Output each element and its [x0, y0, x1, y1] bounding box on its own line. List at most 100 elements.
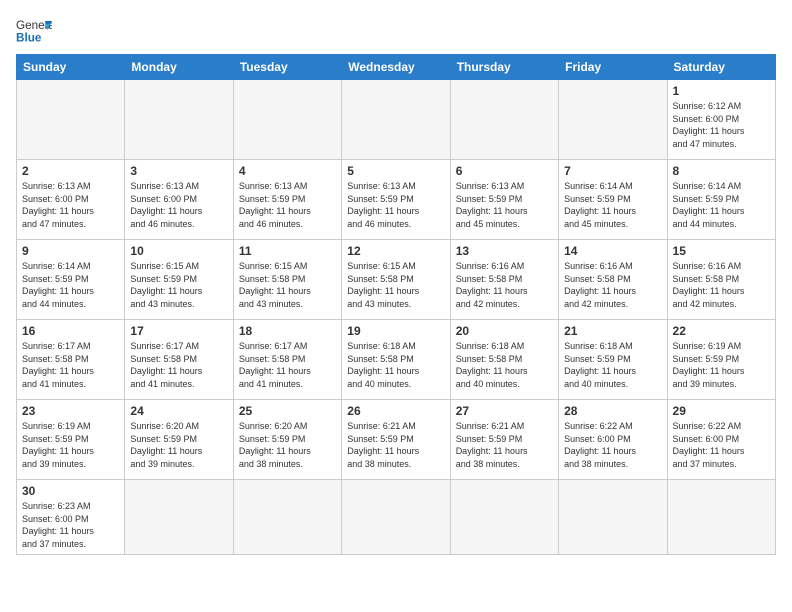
day-info: Sunrise: 6:18 AM Sunset: 5:58 PM Dayligh…	[347, 340, 444, 390]
logo: General Blue	[16, 16, 52, 44]
calendar-day-cell: 17 Sunrise: 6:17 AM Sunset: 5:58 PM Dayli…	[125, 320, 233, 400]
calendar-day-cell: 4 Sunrise: 6:13 AM Sunset: 5:59 PM Daylig…	[233, 160, 341, 240]
day-info: Sunrise: 6:16 AM Sunset: 5:58 PM Dayligh…	[456, 260, 553, 310]
day-info: Sunrise: 6:14 AM Sunset: 5:59 PM Dayligh…	[22, 260, 119, 310]
calendar-day-cell: 28 Sunrise: 6:22 AM Sunset: 6:00 PM Dayli…	[559, 400, 667, 480]
day-number: 24	[130, 404, 227, 418]
svg-text:Blue: Blue	[16, 32, 42, 44]
day-info: Sunrise: 6:18 AM Sunset: 5:59 PM Dayligh…	[564, 340, 661, 390]
calendar-day-cell: 26Sunrise: 6:21 AM Sunset: 5:59 PM Dayli…	[342, 400, 450, 480]
calendar-day-cell: 20 Sunrise: 6:18 AM Sunset: 5:58 PM Dayli…	[450, 320, 558, 400]
day-info: Sunrise: 6:21 AM Sunset: 5:59 PM Dayligh…	[456, 420, 553, 470]
day-number: 23	[22, 404, 119, 418]
day-number: 11	[239, 244, 336, 258]
day-info: Sunrise: 6:20 AM Sunset: 5:59 PM Dayligh…	[239, 420, 336, 470]
calendar-day-cell	[667, 480, 775, 555]
day-number: 20	[456, 324, 553, 338]
calendar-day-cell	[125, 480, 233, 555]
calendar-day-cell: 5Sunrise: 6:13 AM Sunset: 5:59 PM Daylig…	[342, 160, 450, 240]
calendar-week-row: 30 Sunrise: 6:23 AM Sunset: 6:00 PM Dayli…	[17, 480, 776, 555]
weekday-header: Friday	[559, 55, 667, 80]
calendar-day-cell: 12 Sunrise: 6:15 AM Sunset: 5:58 PM Dayli…	[342, 240, 450, 320]
calendar-day-cell: 6Sunrise: 6:13 AM Sunset: 5:59 PM Daylig…	[450, 160, 558, 240]
calendar-day-cell: 18 Sunrise: 6:17 AM Sunset: 5:58 PM Dayli…	[233, 320, 341, 400]
calendar-day-cell	[559, 480, 667, 555]
calendar-day-cell: 13 Sunrise: 6:16 AM Sunset: 5:58 PM Dayli…	[450, 240, 558, 320]
day-info: Sunrise: 6:19 AM Sunset: 5:59 PM Dayligh…	[22, 420, 119, 470]
weekday-header: Thursday	[450, 55, 558, 80]
calendar-day-cell: 29Sunrise: 6:22 AM Sunset: 6:00 PM Dayli…	[667, 400, 775, 480]
day-info: Sunrise: 6:22 AM Sunset: 6:00 PM Dayligh…	[673, 420, 770, 470]
calendar-week-row: 23 Sunrise: 6:19 AM Sunset: 5:59 PM Dayli…	[17, 400, 776, 480]
calendar-day-cell	[450, 80, 558, 160]
day-info: Sunrise: 6:17 AM Sunset: 5:58 PM Dayligh…	[130, 340, 227, 390]
calendar-day-cell	[233, 480, 341, 555]
calendar-table: SundayMondayTuesdayWednesdayThursdayFrid…	[16, 54, 776, 555]
day-info: Sunrise: 6:16 AM Sunset: 5:58 PM Dayligh…	[673, 260, 770, 310]
calendar-day-cell	[125, 80, 233, 160]
calendar-day-cell: 8 Sunrise: 6:14 AM Sunset: 5:59 PM Daylig…	[667, 160, 775, 240]
calendar-day-cell: 11Sunrise: 6:15 AM Sunset: 5:58 PM Dayli…	[233, 240, 341, 320]
day-number: 19	[347, 324, 444, 338]
day-info: Sunrise: 6:13 AM Sunset: 5:59 PM Dayligh…	[239, 180, 336, 230]
day-info: Sunrise: 6:23 AM Sunset: 6:00 PM Dayligh…	[22, 500, 119, 550]
calendar-day-cell: 14Sunrise: 6:16 AM Sunset: 5:58 PM Dayli…	[559, 240, 667, 320]
calendar-header-row: SundayMondayTuesdayWednesdayThursdayFrid…	[17, 55, 776, 80]
day-info: Sunrise: 6:17 AM Sunset: 5:58 PM Dayligh…	[22, 340, 119, 390]
day-number: 17	[130, 324, 227, 338]
day-number: 18	[239, 324, 336, 338]
day-number: 1	[673, 84, 770, 98]
weekday-header: Tuesday	[233, 55, 341, 80]
calendar-day-cell	[342, 480, 450, 555]
calendar-day-cell	[342, 80, 450, 160]
calendar-day-cell: 27Sunrise: 6:21 AM Sunset: 5:59 PM Dayli…	[450, 400, 558, 480]
weekday-header: Saturday	[667, 55, 775, 80]
calendar-week-row: 9 Sunrise: 6:14 AM Sunset: 5:59 PM Daylig…	[17, 240, 776, 320]
day-number: 30	[22, 484, 119, 498]
weekday-header: Sunday	[17, 55, 125, 80]
day-number: 21	[564, 324, 661, 338]
day-number: 12	[347, 244, 444, 258]
day-number: 28	[564, 404, 661, 418]
day-info: Sunrise: 6:14 AM Sunset: 5:59 PM Dayligh…	[564, 180, 661, 230]
day-number: 10	[130, 244, 227, 258]
calendar-day-cell: 30 Sunrise: 6:23 AM Sunset: 6:00 PM Dayli…	[17, 480, 125, 555]
day-number: 13	[456, 244, 553, 258]
calendar-day-cell: 15 Sunrise: 6:16 AM Sunset: 5:58 PM Dayli…	[667, 240, 775, 320]
calendar-day-cell: 24 Sunrise: 6:20 AM Sunset: 5:59 PM Dayli…	[125, 400, 233, 480]
calendar-week-row: 2Sunrise: 6:13 AM Sunset: 6:00 PM Daylig…	[17, 160, 776, 240]
day-info: Sunrise: 6:16 AM Sunset: 5:58 PM Dayligh…	[564, 260, 661, 310]
day-number: 5	[347, 164, 444, 178]
day-info: Sunrise: 6:22 AM Sunset: 6:00 PM Dayligh…	[564, 420, 661, 470]
calendar-day-cell	[559, 80, 667, 160]
day-info: Sunrise: 6:15 AM Sunset: 5:59 PM Dayligh…	[130, 260, 227, 310]
calendar-day-cell: 7Sunrise: 6:14 AM Sunset: 5:59 PM Daylig…	[559, 160, 667, 240]
day-info: Sunrise: 6:17 AM Sunset: 5:58 PM Dayligh…	[239, 340, 336, 390]
day-info: Sunrise: 6:15 AM Sunset: 5:58 PM Dayligh…	[347, 260, 444, 310]
day-number: 4	[239, 164, 336, 178]
calendar-day-cell	[17, 80, 125, 160]
calendar-day-cell: 1Sunrise: 6:12 AM Sunset: 6:00 PM Daylig…	[667, 80, 775, 160]
calendar-day-cell	[450, 480, 558, 555]
day-number: 16	[22, 324, 119, 338]
day-number: 26	[347, 404, 444, 418]
day-info: Sunrise: 6:20 AM Sunset: 5:59 PM Dayligh…	[130, 420, 227, 470]
calendar-day-cell: 10 Sunrise: 6:15 AM Sunset: 5:59 PM Dayli…	[125, 240, 233, 320]
calendar-day-cell: 9 Sunrise: 6:14 AM Sunset: 5:59 PM Daylig…	[17, 240, 125, 320]
page-header: General Blue	[16, 16, 776, 44]
day-info: Sunrise: 6:14 AM Sunset: 5:59 PM Dayligh…	[673, 180, 770, 230]
day-number: 3	[130, 164, 227, 178]
day-number: 8	[673, 164, 770, 178]
weekday-header: Monday	[125, 55, 233, 80]
day-number: 15	[673, 244, 770, 258]
day-info: Sunrise: 6:18 AM Sunset: 5:58 PM Dayligh…	[456, 340, 553, 390]
day-number: 9	[22, 244, 119, 258]
weekday-header: Wednesday	[342, 55, 450, 80]
calendar-day-cell: 16 Sunrise: 6:17 AM Sunset: 5:58 PM Dayli…	[17, 320, 125, 400]
day-number: 25	[239, 404, 336, 418]
calendar-day-cell	[233, 80, 341, 160]
day-info: Sunrise: 6:19 AM Sunset: 5:59 PM Dayligh…	[673, 340, 770, 390]
calendar-day-cell: 22Sunrise: 6:19 AM Sunset: 5:59 PM Dayli…	[667, 320, 775, 400]
calendar-day-cell: 2Sunrise: 6:13 AM Sunset: 6:00 PM Daylig…	[17, 160, 125, 240]
logo-icon: General Blue	[16, 16, 52, 44]
